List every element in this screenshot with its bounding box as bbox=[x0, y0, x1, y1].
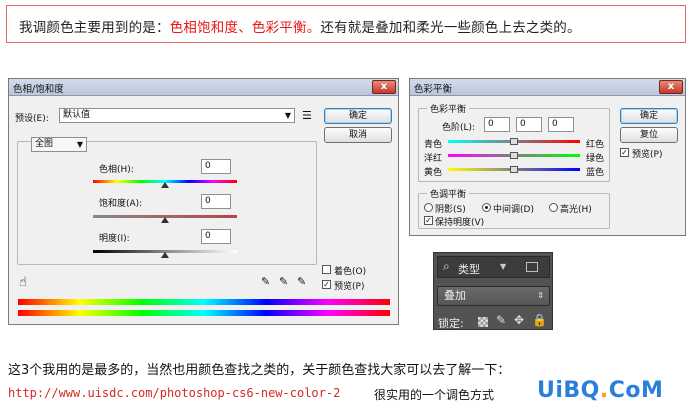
balance-close-button[interactable]: x bbox=[659, 80, 683, 94]
preserve-checkbox[interactable]: ✓ bbox=[424, 216, 433, 225]
lock-label: 锁定: bbox=[438, 317, 464, 330]
cyan-red-thumb[interactable] bbox=[510, 138, 518, 145]
logo-part-1: UiBQ bbox=[537, 378, 600, 403]
balance-ok-button[interactable]: 确定 bbox=[620, 108, 678, 124]
reference-link[interactable]: http://www.uisdc.com/photoshop-cs6-new-c… bbox=[8, 386, 340, 400]
yellow-blue-thumb[interactable] bbox=[510, 166, 518, 173]
highlights-label: 高光(H) bbox=[560, 205, 592, 215]
color-balance-dialog: 色彩平衡 x 色彩平衡 色阶(L): 0 0 0 青色 红色 洋红 绿色 黄色 … bbox=[409, 78, 686, 236]
hsl-ok-button[interactable]: 确定 bbox=[324, 108, 392, 124]
lightness-slider-thumb[interactable] bbox=[161, 252, 169, 258]
colorize-label: 着色(O) bbox=[334, 267, 367, 277]
body-paragraph: 这3个我用的是最多的，当然也用颜色查找之类的，关于颜色查找大家可以去了解一下： bbox=[8, 363, 511, 378]
highlights-radio[interactable] bbox=[549, 203, 558, 212]
hsl-cancel-button[interactable]: 取消 bbox=[324, 127, 392, 143]
site-logo: UiBQ.CoM bbox=[537, 378, 663, 403]
channel-select[interactable]: 全图 ▼ bbox=[31, 137, 87, 152]
magenta-green-thumb[interactable] bbox=[510, 152, 518, 159]
green-label: 绿色 bbox=[586, 154, 605, 164]
saturation-label: 饱和度(A): bbox=[99, 199, 143, 209]
blue-label: 蓝色 bbox=[586, 168, 605, 178]
preset-label: 预设(E): bbox=[15, 114, 49, 124]
yellow-label: 黄色 bbox=[424, 168, 443, 178]
balance-preview-label: 预览(P) bbox=[632, 150, 663, 160]
midtones-radio[interactable] bbox=[482, 203, 491, 212]
blend-mode-value: 叠加 bbox=[444, 289, 466, 302]
hue-label: 色相(H): bbox=[99, 165, 134, 175]
lock-all-icon[interactable]: 🔒 bbox=[532, 313, 547, 327]
lock-transparent-icon[interactable] bbox=[478, 317, 488, 327]
lightness-input[interactable]: 0 bbox=[201, 229, 231, 244]
list-icon[interactable]: ☰ bbox=[302, 109, 312, 122]
tone-group-title: 色调平衡 bbox=[427, 187, 470, 200]
lock-move-icon[interactable]: ✥ bbox=[514, 313, 524, 327]
balance-titlebar[interactable]: 色彩平衡 x bbox=[410, 79, 685, 96]
logo-part-2: CoM bbox=[608, 378, 664, 403]
color-bar-top bbox=[18, 299, 390, 305]
level-input-3[interactable]: 0 bbox=[548, 117, 574, 132]
filter-type-label: 类型 bbox=[458, 263, 480, 276]
color-bar-bottom bbox=[18, 310, 390, 316]
red-label: 红色 bbox=[586, 140, 605, 150]
chevron-down-icon: ▼ bbox=[500, 262, 507, 271]
preset-value: 默认值 bbox=[63, 110, 91, 120]
hue-input[interactable]: 0 bbox=[201, 159, 231, 174]
image-filter-icon[interactable] bbox=[526, 262, 538, 272]
hsl-title: 色相/饱和度 bbox=[13, 84, 64, 95]
hue-saturation-dialog: 色相/饱和度 x 预设(E): 默认值 ▼ ☰ 确定 取消 全图 ▼ 色相(H)… bbox=[8, 78, 399, 325]
hand-icon[interactable]: ☝ bbox=[19, 275, 27, 290]
levels-label: 色阶(L): bbox=[442, 123, 476, 133]
level-input-1[interactable]: 0 bbox=[484, 117, 510, 132]
saturation-slider-thumb[interactable] bbox=[161, 217, 169, 223]
colorize-checkbox[interactable] bbox=[322, 265, 331, 274]
eyedropper-minus-icon[interactable]: ✎ bbox=[297, 275, 306, 288]
midtones-label: 中间调(D) bbox=[493, 205, 534, 215]
lightness-label: 明度(I): bbox=[99, 234, 130, 244]
lock-paint-icon[interactable]: ✎ bbox=[496, 313, 506, 327]
magenta-label: 洋红 bbox=[424, 154, 443, 164]
chevron-down-icon: ▼ bbox=[284, 111, 291, 120]
link-caption: 很实用的一个调色方式 bbox=[374, 388, 495, 402]
preserve-label: 保持明度(V) bbox=[435, 218, 485, 228]
hsl-preview-checkbox[interactable]: ✓ bbox=[322, 280, 331, 289]
hue-slider-thumb[interactable] bbox=[161, 182, 169, 188]
balance-preview-checkbox[interactable]: ✓ bbox=[620, 148, 629, 157]
level-input-2[interactable]: 0 bbox=[516, 117, 542, 132]
chevron-updown-icon: ⇕ bbox=[537, 291, 544, 300]
eyedropper-icon[interactable]: ✎ bbox=[261, 275, 270, 288]
hsl-close-button[interactable]: x bbox=[372, 80, 396, 94]
hsl-preview-label: 预览(P) bbox=[334, 282, 365, 292]
eyedropper-plus-icon[interactable]: ✎ bbox=[279, 275, 288, 288]
intro-text-pre: 我调颜色主要用到的是： bbox=[19, 20, 170, 36]
search-icon: ⌕ bbox=[443, 259, 450, 273]
saturation-input[interactable]: 0 bbox=[201, 194, 231, 209]
channel-value: 全图 bbox=[35, 139, 54, 149]
chevron-down-icon: ▼ bbox=[76, 140, 83, 149]
intro-banner: 我调颜色主要用到的是：色相饱和度、色彩平衡。还有就是叠加和柔光一些颜色上去之类的… bbox=[6, 5, 686, 43]
shadows-radio[interactable] bbox=[424, 203, 433, 212]
balance-reset-button[interactable]: 复位 bbox=[620, 127, 678, 143]
cyan-label: 青色 bbox=[424, 140, 443, 150]
balance-title: 色彩平衡 bbox=[414, 84, 453, 95]
blend-mode-select[interactable]: 叠加 ⇕ bbox=[437, 286, 550, 306]
hsl-titlebar[interactable]: 色相/饱和度 x bbox=[9, 79, 398, 96]
layer-filter-row[interactable]: ⌕ 类型 ▼ bbox=[437, 256, 550, 278]
hsl-adjust-group bbox=[17, 141, 317, 265]
intro-text-highlight: 色相饱和度、色彩平衡。 bbox=[169, 20, 321, 36]
preset-select[interactable]: 默认值 ▼ bbox=[59, 108, 295, 123]
intro-text-post: 还有就是叠加和柔光一些颜色上去之类的。 bbox=[320, 20, 581, 36]
layers-panel-crop: ⌕ 类型 ▼ 叠加 ⇕ 锁定: ✎ ✥ 🔒 bbox=[433, 252, 553, 330]
logo-dot: . bbox=[599, 378, 609, 403]
intro-text: 我调颜色主要用到的是：色相饱和度、色彩平衡。还有就是叠加和柔光一些颜色上去之类的… bbox=[19, 16, 581, 36]
balance-group-title: 色彩平衡 bbox=[427, 102, 470, 115]
shadows-label: 阴影(S) bbox=[435, 205, 466, 215]
